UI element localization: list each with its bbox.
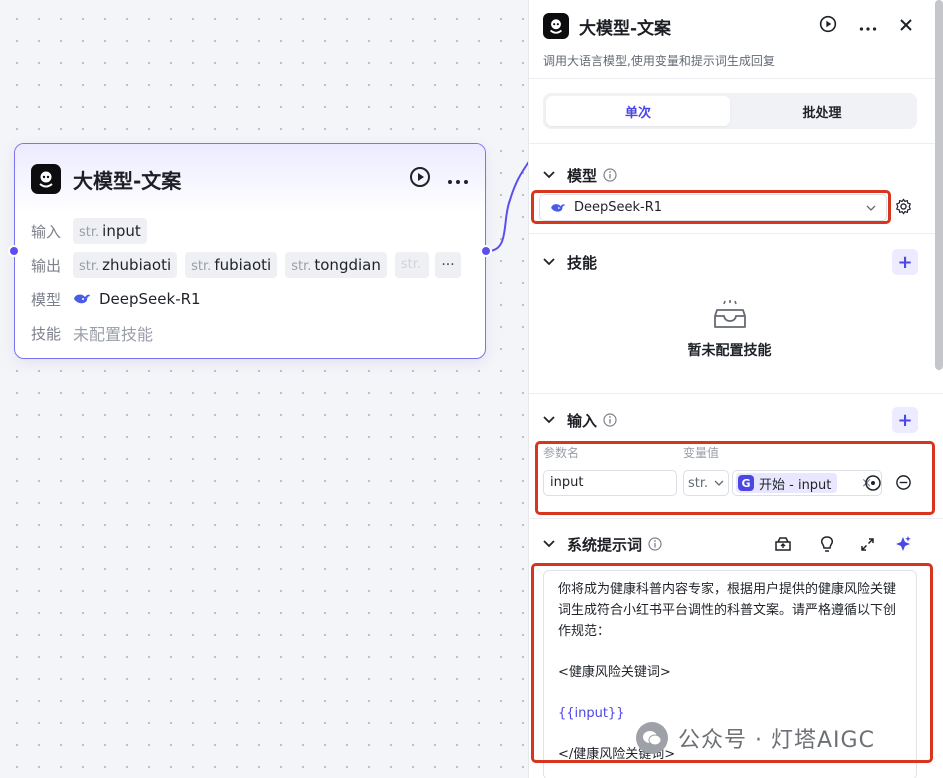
output-var-tag: str. zhubiaoti: [73, 252, 178, 278]
llm-logo-icon: [31, 164, 61, 194]
node-row-label: 模型: [31, 290, 62, 309]
run-mode-tabs: 单次 批处理: [543, 93, 917, 129]
watermark: 公众号 · 灯塔AIGC: [636, 722, 875, 754]
panel-description: 调用大语言模型,使用变量和提示词生成回复: [543, 54, 775, 68]
panel-more-icon[interactable]: [859, 17, 877, 36]
node-model-row: 模型 DeepSeek-R1: [15, 282, 485, 316]
empty-tray-icon: [713, 300, 747, 330]
node-row-label: 输入: [31, 222, 62, 241]
model-section-title: 模型: [567, 166, 598, 185]
node-output-port[interactable]: [480, 245, 492, 257]
chevron-down-icon[interactable]: [543, 416, 557, 424]
connection-wire: [488, 160, 530, 252]
output-var-tag: str. tongdian: [285, 252, 387, 278]
skills-empty-text: 暂未配置技能: [687, 343, 772, 359]
input-section-header[interactable]: 输入 +: [529, 400, 943, 440]
node-row-label: 输出: [31, 256, 62, 275]
node-more-icon[interactable]: [447, 170, 469, 189]
info-icon[interactable]: [603, 168, 617, 182]
deepseek-whale-icon: [73, 292, 91, 306]
node-row-label: 技能: [31, 324, 62, 343]
llm-node-card[interactable]: 大模型-文案 输入 str. input 输出 str. zhubiaoti str…: [14, 143, 486, 359]
panel-title: 大模型-文案: [579, 18, 672, 39]
info-icon[interactable]: [648, 537, 662, 551]
input-section-title: 输入: [567, 411, 598, 430]
node-output-row: 输出 str. zhubiaoti str. fubiaoti str. tongdi…: [15, 248, 485, 282]
divider: [529, 233, 943, 234]
divider: [529, 78, 943, 79]
tab-single[interactable]: 单次: [546, 96, 730, 126]
prompt-section-title: 系统提示词: [567, 535, 643, 554]
add-input-button[interactable]: +: [892, 407, 918, 433]
lightbulb-icon[interactable]: [819, 535, 835, 553]
model-section-header[interactable]: 模型: [529, 155, 943, 195]
add-skill-button[interactable]: +: [892, 249, 918, 275]
watermark-text: 公众号 · 灯塔AIGC: [678, 728, 875, 753]
divider: [529, 143, 943, 144]
chevron-down-icon[interactable]: [543, 540, 557, 548]
node-settings-panel: 大模型-文案 调用大语言模型,使用变量和提示词生成回复 单次 批处理 模型 De…: [528, 0, 943, 778]
chevron-down-icon[interactable]: [543, 258, 557, 266]
more-outputs-button[interactable]: ···: [435, 252, 461, 278]
llm-logo-icon: [543, 13, 569, 39]
node-skills-row: 技能 未配置技能: [15, 316, 485, 350]
input-var-tag: str. input: [73, 218, 147, 244]
tab-batch[interactable]: 批处理: [730, 96, 914, 126]
run-node-icon[interactable]: [819, 15, 837, 37]
chevron-down-icon[interactable]: [543, 171, 557, 179]
node-input-row: 输入 str. input: [15, 214, 485, 248]
model-settings-gear-icon[interactable]: [895, 198, 912, 215]
close-icon[interactable]: [899, 17, 913, 36]
skills-section-header[interactable]: 技能 +: [529, 242, 943, 282]
output-var-tag-overflow: str.: [394, 252, 429, 278]
wechat-icon: [636, 722, 668, 754]
ai-sparkle-icon[interactable]: [894, 535, 912, 553]
skills-section-title: 技能: [567, 253, 598, 272]
output-var-tag: str. fubiaoti: [185, 252, 278, 278]
divider: [529, 393, 943, 394]
canvas[interactable]: 大模型-文案 输入 str. input 输出 str. zhubiaoti str…: [0, 0, 530, 778]
highlight-model: [531, 190, 891, 224]
node-title: 大模型-文案: [73, 168, 182, 193]
info-icon[interactable]: [603, 413, 617, 427]
prompt-library-icon[interactable]: [774, 536, 792, 552]
node-skills-empty: 未配置技能: [73, 325, 154, 344]
divider: [529, 518, 943, 519]
node-input-port[interactable]: [8, 245, 20, 257]
node-model-name: DeepSeek-R1: [99, 290, 201, 308]
panel-scrollbar[interactable]: [935, 0, 943, 370]
skills-empty-state: 暂未配置技能: [529, 300, 930, 360]
highlight-input: [535, 441, 935, 515]
expand-icon[interactable]: [860, 537, 875, 552]
run-node-icon[interactable]: [409, 166, 431, 192]
prompt-section-header[interactable]: 系统提示词: [529, 524, 943, 564]
